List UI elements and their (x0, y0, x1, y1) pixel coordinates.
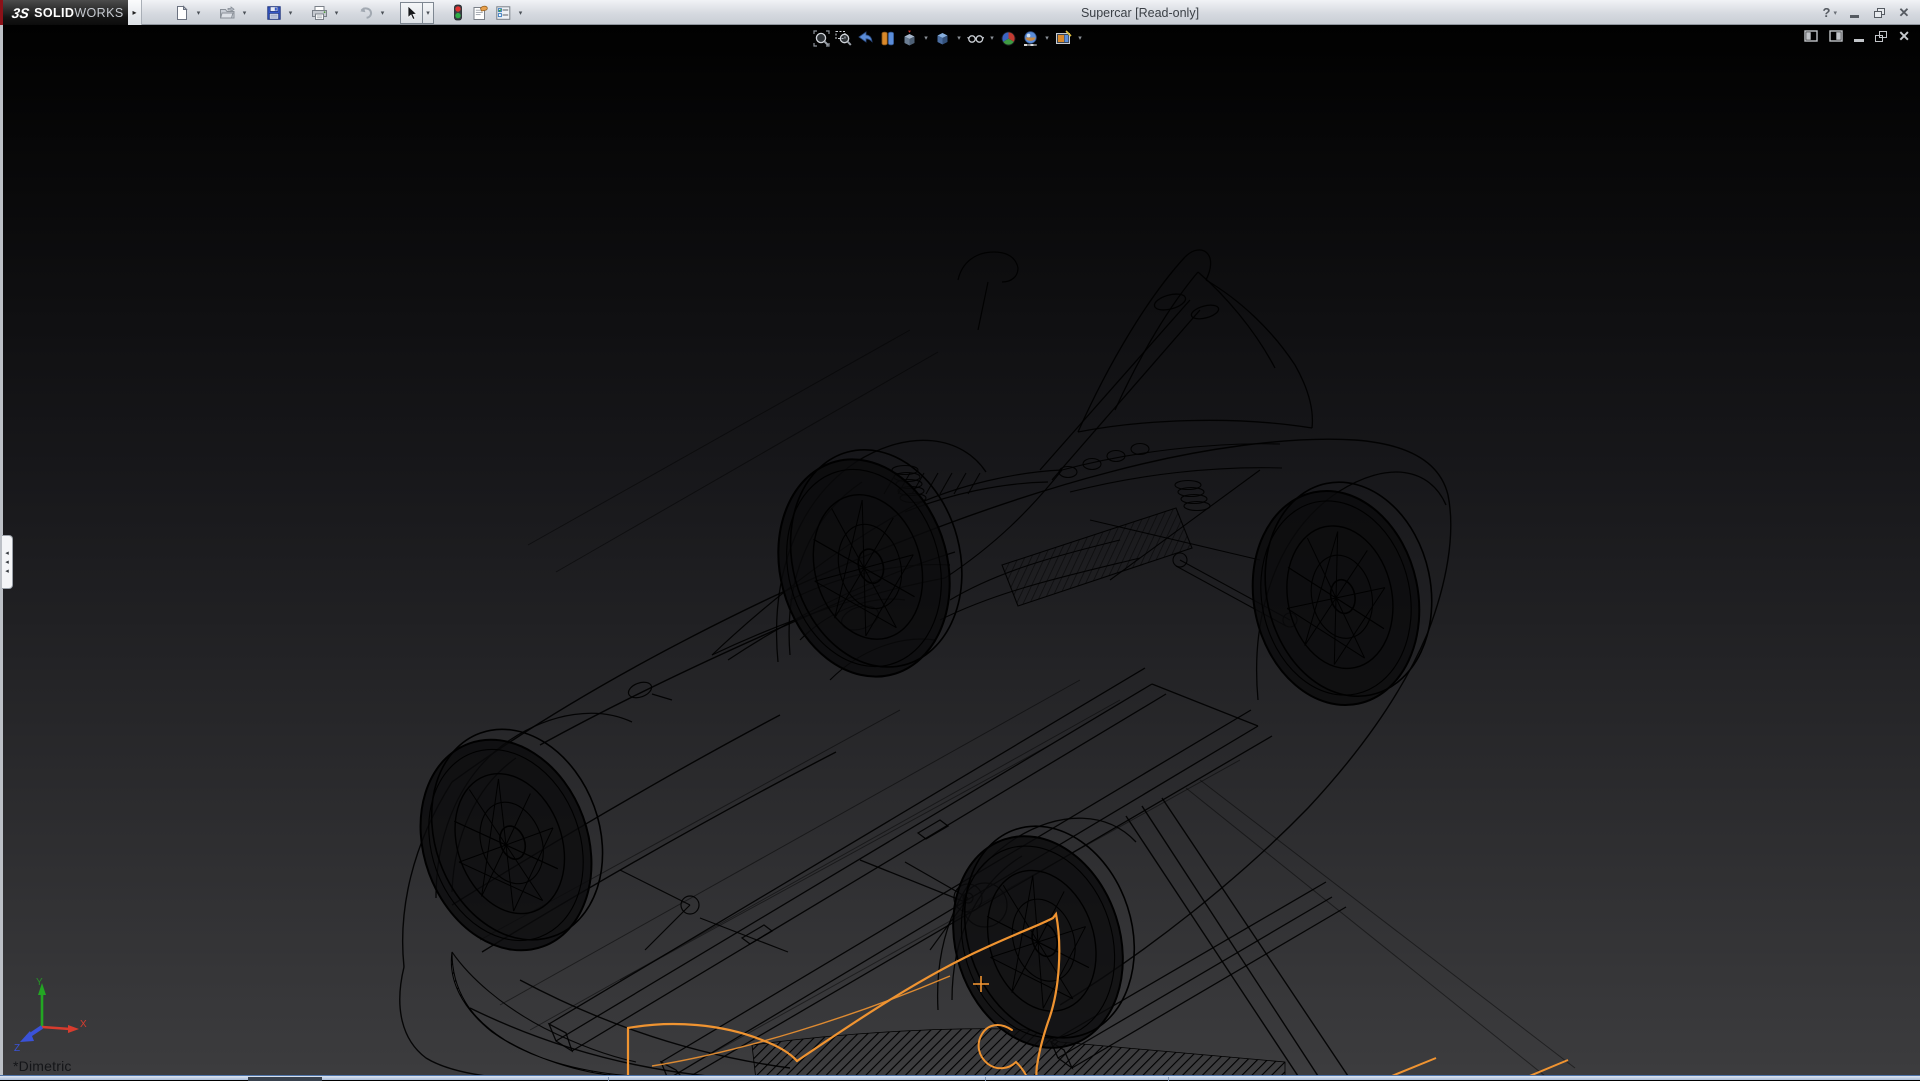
new-document-dropdown[interactable]: ▾ (193, 2, 204, 24)
brand-works: WORKS (74, 6, 123, 20)
undo-arrow-icon (357, 5, 374, 21)
titlebar-controls: ? ▾ ✕ (1823, 0, 1912, 25)
brand-solid: SOLID (34, 6, 74, 20)
display-style-cube-icon (934, 30, 951, 47)
section-view-icon (879, 30, 896, 47)
triad-x-label: X (80, 1019, 87, 1030)
document-close-button[interactable]: ✕ (1898, 29, 1910, 43)
help-button[interactable]: ? ▾ (1823, 5, 1837, 20)
restore-icon (1875, 31, 1887, 42)
menu-bar: 3S SOLID WORKS ▸ ▾ ▾ (0, 0, 1920, 25)
pane-right-button[interactable] (1829, 30, 1843, 42)
new-document-icon (174, 5, 190, 21)
help-dropdown-icon: ▾ (1833, 9, 1837, 17)
taskbar-separator (1168, 1077, 1169, 1081)
triad-z-label: Z (14, 1043, 20, 1053)
collapse-arrow-icon: ◂ (5, 568, 9, 575)
apply-scene-icon (1022, 30, 1039, 47)
edit-appearance-sphere-icon (1000, 30, 1017, 47)
file-properties-button[interactable] (469, 2, 492, 24)
view-orientation-button[interactable] (900, 29, 919, 48)
pane-left-button[interactable] (1804, 30, 1818, 42)
display-style-dropdown[interactable]: ▾ (955, 34, 963, 42)
app-minimize-button[interactable] (1846, 6, 1862, 20)
open-folder-icon (219, 5, 236, 21)
previous-view-button[interactable] (856, 29, 875, 48)
app-close-button[interactable]: ✕ (1896, 6, 1912, 20)
print-dropdown[interactable]: ▾ (331, 2, 342, 24)
pane-right-icon (1829, 30, 1843, 42)
collapse-arrow-icon: ◂ (5, 559, 9, 566)
select-cursor-icon (405, 5, 419, 21)
solidworks-logo: 3S SOLID WORKS (0, 0, 128, 25)
collapse-arrow-icon: ◂ (5, 550, 9, 557)
pane-left-icon (1804, 30, 1818, 42)
save-button[interactable] (262, 2, 285, 24)
taskbar-active-button[interactable] (248, 1077, 322, 1081)
app-restore-button[interactable] (1871, 6, 1887, 20)
save-floppy-icon (266, 5, 282, 21)
help-icon: ? (1823, 5, 1831, 20)
zoom-to-area-icon (835, 30, 852, 47)
file-properties-icon (472, 5, 489, 21)
heads-up-view-toolbar: ▾ ▾ ▾ (812, 27, 1084, 49)
print-button[interactable] (308, 2, 331, 24)
save-dropdown[interactable]: ▾ (285, 2, 296, 24)
reference-triad: Y X Z (12, 973, 90, 1053)
document-minimize-button[interactable] (1854, 31, 1864, 42)
view-settings-button[interactable] (1054, 29, 1073, 48)
window-title: Supercar [Read-only] (1081, 0, 1199, 25)
model-wireframe-scene[interactable] (0, 25, 1920, 1075)
restore-icon (1874, 8, 1885, 18)
document-window-controls: ✕ (1804, 29, 1910, 43)
menu-expand-button[interactable]: ▸ (128, 0, 142, 25)
standard-toolbar: ▾ ▾ ▾ (170, 0, 526, 25)
open-dropdown[interactable]: ▾ (239, 2, 250, 24)
taskbar-separator (985, 1077, 986, 1081)
options-dropdown[interactable]: ▾ (515, 2, 526, 24)
eyeglasses-icon (967, 30, 984, 47)
expand-arrow-icon: ▸ (132, 8, 136, 17)
open-button[interactable] (216, 2, 239, 24)
dassault-logo-mark: 3S (11, 5, 31, 21)
windows-taskbar-edge[interactable] (0, 1075, 1920, 1080)
edit-appearance-button[interactable] (999, 29, 1018, 48)
minimize-icon (1854, 39, 1864, 42)
document-restore-button[interactable] (1875, 31, 1887, 42)
apply-scene-dropdown[interactable]: ▾ (1043, 34, 1051, 42)
zoom-to-fit-button[interactable] (812, 29, 831, 48)
undo-button[interactable] (354, 2, 377, 24)
hide-show-items-dropdown[interactable]: ▾ (988, 34, 996, 42)
select-tool-button[interactable] (400, 2, 423, 24)
view-settings-icon (1055, 30, 1072, 47)
traffic-light-icon (453, 4, 463, 21)
zoom-to-area-button[interactable] (834, 29, 853, 48)
apply-scene-button[interactable] (1021, 29, 1040, 48)
graphics-viewport[interactable]: ◂ ◂ ◂ (0, 25, 1920, 1075)
section-view-button[interactable] (878, 29, 897, 48)
rebuild-button[interactable] (446, 2, 469, 24)
hide-show-items-button[interactable] (966, 29, 985, 48)
options-button[interactable] (492, 2, 515, 24)
view-orientation-dropdown[interactable]: ▾ (922, 34, 930, 42)
view-orientation-label: *Dimetric (13, 1058, 72, 1074)
minimize-icon (1850, 15, 1859, 18)
taskbar-separator (608, 1077, 609, 1081)
view-settings-dropdown[interactable]: ▾ (1076, 34, 1084, 42)
zoom-to-fit-icon (813, 30, 830, 47)
view-orientation-cube-icon (901, 30, 918, 47)
select-tool-dropdown[interactable]: ▾ (423, 2, 434, 24)
feature-panel-collapse-tab[interactable]: ◂ ◂ ◂ (2, 535, 13, 589)
undo-dropdown[interactable]: ▾ (377, 2, 388, 24)
new-document-button[interactable] (170, 2, 193, 24)
printer-icon (311, 5, 328, 21)
options-checklist-icon (495, 5, 512, 21)
display-style-button[interactable] (933, 29, 952, 48)
previous-view-icon (857, 30, 874, 47)
